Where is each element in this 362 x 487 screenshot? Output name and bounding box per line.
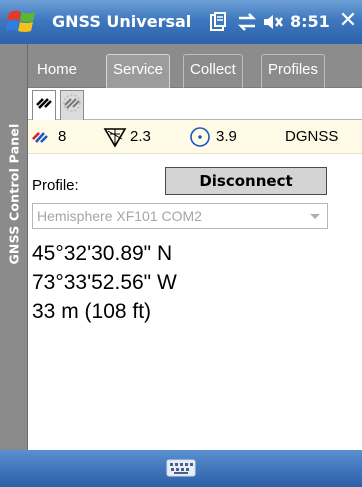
satellite-count-icon xyxy=(32,132,48,143)
clock[interactable]: 8:51 xyxy=(290,12,330,31)
clipboard-icon[interactable] xyxy=(208,12,230,32)
disconnect-button[interactable]: Disconnect xyxy=(165,167,327,195)
side-panel: GNSS Control Panel xyxy=(0,44,28,450)
side-panel-label: GNSS Control Panel xyxy=(6,123,22,265)
satellite-count: 8 xyxy=(58,128,67,145)
satellite-dim-icon xyxy=(63,94,81,112)
windows-start-icon[interactable] xyxy=(6,7,38,37)
tab-profiles[interactable]: Profiles xyxy=(261,54,326,88)
close-button[interactable]: ✕ xyxy=(336,6,360,36)
latitude-value: 45°32'30.89" N xyxy=(32,242,173,265)
title-bar: GNSS Universal 8:51 ✕ xyxy=(0,0,362,44)
gnss-status-bar: 8 2.3 3.9 DGNSS xyxy=(28,120,362,154)
altitude-value: 33 m (108 ft) xyxy=(32,300,152,323)
fix-type: DGNSS xyxy=(285,128,339,145)
hdop-icon xyxy=(190,127,210,147)
longitude-value: 73°33'52.56" W xyxy=(32,271,177,294)
pdop-icon xyxy=(103,128,127,148)
satellite-icon xyxy=(36,98,52,109)
tab-strip: Home Service Collect Profiles xyxy=(28,44,362,88)
profile-selected-value: Hemisphere XF101 COM2 xyxy=(37,208,202,224)
gnss-status-tab[interactable] xyxy=(32,90,56,120)
tab-service[interactable]: Service xyxy=(106,54,171,88)
volume-mute-icon[interactable] xyxy=(262,12,284,32)
icon-toolbar xyxy=(28,88,362,120)
tab-collect[interactable]: Collect xyxy=(183,54,243,88)
pdop-value: 2.3 xyxy=(130,128,151,145)
connectivity-icon[interactable] xyxy=(236,12,258,32)
gnss-settings-tab[interactable] xyxy=(60,90,84,120)
tab-home[interactable]: Home xyxy=(30,54,84,88)
profile-dropdown[interactable]: Hemisphere XF101 COM2 xyxy=(32,203,328,229)
keyboard-icon[interactable] xyxy=(166,458,196,478)
chevron-down-icon xyxy=(310,214,320,219)
app-title: GNSS Universal xyxy=(52,12,192,31)
profile-label: Profile: xyxy=(32,177,79,194)
hdop-value: 3.9 xyxy=(216,128,237,145)
bottom-bar xyxy=(0,450,362,487)
